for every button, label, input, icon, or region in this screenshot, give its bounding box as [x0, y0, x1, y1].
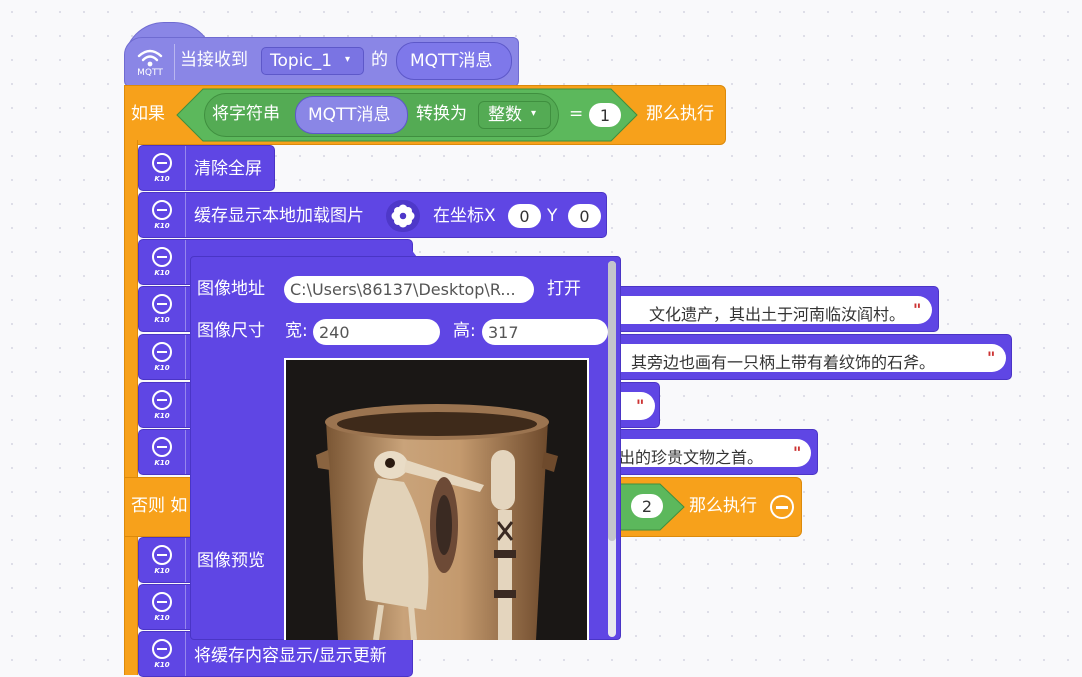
- height-input[interactable]: 317: [482, 319, 608, 345]
- k10-label: K10: [154, 316, 170, 324]
- x-input[interactable]: 0: [508, 204, 541, 228]
- y-label: Y: [547, 206, 558, 226]
- type-dropdown-value: 整数: [488, 105, 522, 125]
- k10-label: K10: [154, 614, 170, 622]
- k10-icon: K10: [139, 383, 186, 427]
- cache-image-label: 缓存显示本地加载图片: [194, 206, 364, 226]
- k10-label: K10: [154, 567, 170, 575]
- width-input[interactable]: 240: [313, 319, 440, 345]
- text-string-input-2[interactable]: 其旁边也画有一只柄上带有着纹饰的石斧。 ": [579, 344, 1006, 372]
- k10-icon: K10: [139, 146, 186, 190]
- mqtt-message-label-2: MQTT消息: [308, 105, 391, 125]
- image-preview: [284, 358, 589, 640]
- image-path-input[interactable]: C:\Users\86137\Desktop\R...: [284, 276, 534, 303]
- k10-label: K10: [154, 364, 170, 372]
- convert-mid: 转换为: [416, 104, 467, 124]
- k10-label: K10: [154, 459, 170, 467]
- quote-mark: ": [913, 300, 922, 319]
- divider: [174, 44, 175, 80]
- k10-icon: K10: [139, 585, 186, 629]
- clear-screen-label: 清除全屏: [194, 159, 262, 179]
- caret-down-icon: ▾: [531, 108, 537, 119]
- k10-label: K10: [154, 175, 170, 183]
- mqtt-icon-label: MQTT: [137, 67, 163, 78]
- cache-image-block[interactable]: K10 缓存显示本地加载图片 在坐标X 0 Y 0: [138, 192, 607, 238]
- flower-icon: [391, 204, 415, 228]
- convert-prefix: 将字符串: [212, 104, 280, 124]
- open-button[interactable]: 打开: [547, 281, 581, 298]
- lower-block-1[interactable]: K10: [138, 537, 198, 583]
- equals-sign: =: [569, 104, 584, 124]
- else-if-then-label: 那么执行: [689, 496, 757, 516]
- quote-mark: ": [793, 443, 802, 462]
- caret-down-icon: ▾: [345, 54, 351, 65]
- type-dropdown[interactable]: 整数 ▾: [478, 101, 551, 129]
- then-label: 那么执行: [646, 104, 714, 124]
- k10-icon: K10: [139, 193, 186, 237]
- k10-icon: K10: [139, 538, 186, 582]
- topic-dropdown[interactable]: Topic_1 ▾: [261, 47, 364, 75]
- topic-dropdown-value: Topic_1: [270, 51, 333, 71]
- text-string-value-2: 其旁边也画有一只柄上带有着纹饰的石斧。: [631, 353, 936, 372]
- coord-x-label: 在坐标X: [433, 206, 496, 226]
- y-input[interactable]: 0: [568, 204, 601, 228]
- k10-label: K10: [154, 222, 170, 230]
- minus-circle-icon[interactable]: [770, 495, 794, 519]
- hat-mid: 的: [371, 50, 388, 70]
- image-picker-button[interactable]: [386, 200, 420, 232]
- image-picker-popup: 图像地址 C:\Users\86137\Desktop\R... 打开 图像尺寸…: [190, 256, 621, 640]
- quote-mark: ": [987, 348, 996, 367]
- mqtt-message-reporter[interactable]: MQTT消息: [396, 42, 512, 80]
- k10-icon: K10: [139, 287, 186, 331]
- k10-icon: K10: [139, 430, 186, 474]
- quote-mark: ": [636, 396, 645, 415]
- width-label: 宽:: [285, 321, 308, 341]
- mqtt-message-reporter-2[interactable]: MQTT消息: [295, 96, 408, 134]
- hat-prefix: 当接收到: [180, 50, 248, 70]
- image-preview-label: 图像预览: [197, 551, 265, 571]
- compare-value-input[interactable]: 1: [589, 103, 621, 127]
- text-string-value-4: 出的珍贵文物之首。: [619, 448, 764, 467]
- mqtt-message-label: MQTT消息: [410, 51, 493, 71]
- text-string-value-1: 文化遗产，其出土于河南临汝阎村。: [649, 305, 906, 324]
- painted-pottery-jar-image: [286, 360, 587, 640]
- scrollbar-thumb[interactable]: [608, 261, 616, 541]
- k10-icon: K10: [139, 335, 186, 379]
- mqtt-icon: MQTT: [128, 40, 172, 84]
- clear-screen-block[interactable]: K10 清除全屏: [138, 145, 275, 191]
- k10-label: K10: [154, 412, 170, 420]
- image-size-label: 图像尺寸: [197, 321, 265, 341]
- lower-block-2[interactable]: K10: [138, 584, 198, 630]
- height-label: 高:: [453, 321, 476, 341]
- popup-scrollbar[interactable]: [608, 261, 616, 637]
- if-label: 如果: [131, 104, 165, 124]
- image-path-label: 图像地址: [197, 279, 265, 299]
- text-string-input-1[interactable]: 文化遗产，其出土于河南临汝阎村。 ": [579, 296, 932, 324]
- if-block-arm: [124, 140, 138, 675]
- else-if-compare-value[interactable]: 2: [631, 494, 663, 518]
- k10-icon: K10: [139, 632, 186, 676]
- k10-label: K10: [154, 269, 170, 277]
- else-if-label: 否则 如: [131, 496, 188, 516]
- k10-label: K10: [154, 661, 170, 669]
- k10-icon: K10: [139, 240, 186, 284]
- display-update-label: 将缓存内容显示/显示更新: [194, 646, 387, 666]
